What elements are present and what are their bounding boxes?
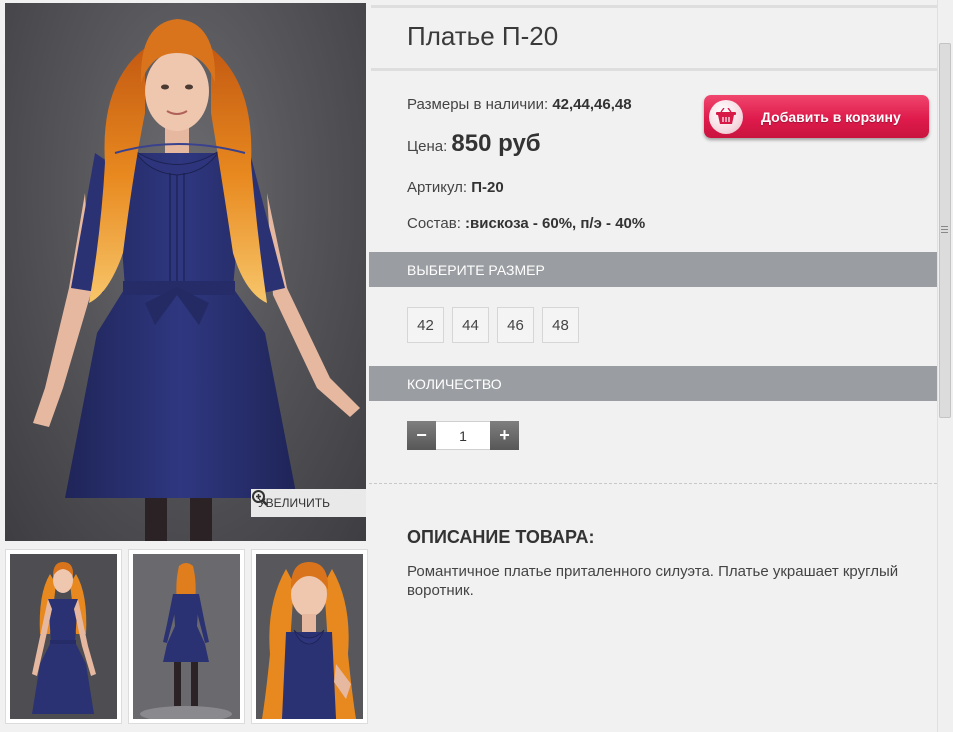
thumbnail-front[interactable] xyxy=(5,549,122,724)
add-to-cart-label: Добавить в корзину xyxy=(761,108,901,125)
scrollbar-grip-icon xyxy=(941,226,948,233)
size-section-header: ВЫБЕРИТЕ РАЗМЕР xyxy=(369,252,937,287)
price-value: 850 руб xyxy=(451,130,541,157)
article-line: Артикул: П-20 xyxy=(407,179,504,196)
shopping-basket-icon xyxy=(716,107,736,124)
thumbnail-strip xyxy=(5,549,368,724)
zoom-button[interactable]: УВЕЛИЧИТЬ xyxy=(251,489,366,517)
thumbnail-front-image xyxy=(10,554,117,719)
thumbnail-closeup-image xyxy=(256,554,363,719)
sizes-value: 42,44,46,48 xyxy=(552,96,632,113)
size-option-46[interactable]: 46 xyxy=(497,307,534,343)
size-option-44[interactable]: 44 xyxy=(452,307,489,343)
composition-label: Состав: xyxy=(407,215,461,232)
quantity-increase-button[interactable]: + xyxy=(490,421,519,450)
size-option-42[interactable]: 42 xyxy=(407,307,444,343)
thumbnail-closeup[interactable] xyxy=(251,549,368,724)
main-product-photo[interactable]: УВЕЛИЧИТЬ xyxy=(5,3,366,541)
title-divider xyxy=(371,68,937,71)
price-line: Цена: 850 руб xyxy=(407,130,541,158)
quantity-stepper: − + xyxy=(407,421,519,450)
model-in-dress-image xyxy=(33,19,360,541)
composition-line: Состав: :вискоза - 60%, п/э - 40% xyxy=(407,215,645,232)
add-to-cart-button[interactable]: Добавить в корзину xyxy=(704,95,929,138)
quantity-section-title: КОЛИЧЕСТВО xyxy=(407,375,502,392)
magnifier-plus-icon xyxy=(252,490,268,506)
article-value: П-20 xyxy=(471,179,504,196)
product-title: Платье П-20 xyxy=(407,21,559,51)
composition-value: :вискоза - 60%, п/э - 40% xyxy=(465,215,646,232)
thumbnail-back-image xyxy=(133,554,240,719)
top-divider xyxy=(371,5,937,8)
quantity-input[interactable] xyxy=(436,421,490,450)
article-label: Артикул: xyxy=(407,179,468,196)
thumbnail-back[interactable] xyxy=(128,549,245,724)
quantity-decrease-button[interactable]: − xyxy=(407,421,436,450)
sizes-available: Размеры в наличии: 42,44,46,48 xyxy=(407,96,632,113)
price-label: Цена: xyxy=(407,138,448,155)
description-title: ОПИСАНИЕ ТОВАРА: xyxy=(407,527,595,547)
description-text: Романтичное платье приталенного силуэта.… xyxy=(407,563,899,599)
sizes-label: Размеры в наличии: xyxy=(407,96,549,113)
size-section-title: ВЫБЕРИТЕ РАЗМЕР xyxy=(407,261,545,278)
description-divider xyxy=(369,483,937,484)
quantity-section-header: КОЛИЧЕСТВО xyxy=(369,366,937,401)
size-option-48[interactable]: 48 xyxy=(542,307,579,343)
